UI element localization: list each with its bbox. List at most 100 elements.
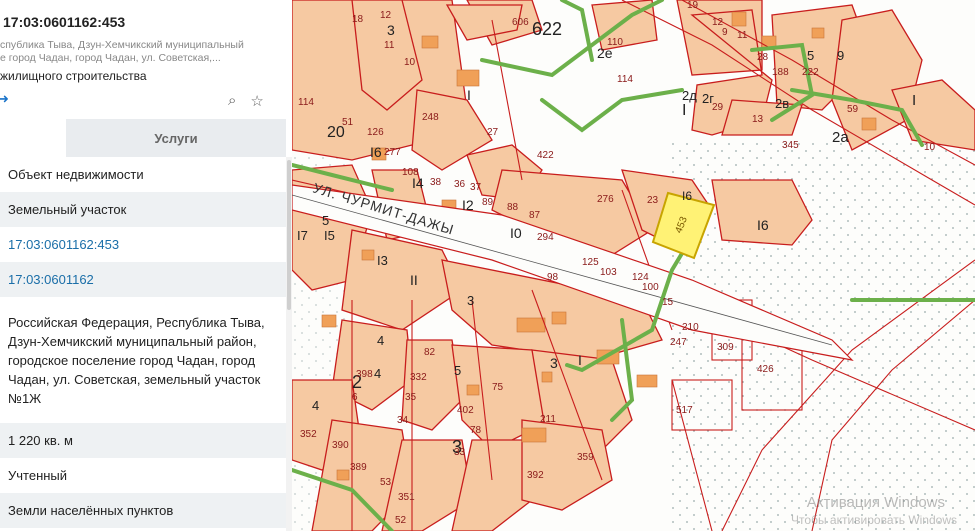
cadastral-map[interactable]: 453 УЛ. ЧУРМИТ-ДАЖЫ 622 2е 2д 2г 2в 2а I I6 I5 I7… xyxy=(292,0,975,531)
parcel-label: 276 xyxy=(597,194,614,205)
parcel-label: 12 xyxy=(380,10,392,21)
address-snippet: спублика Тыва, Дзун-Хемчикский муниципал… xyxy=(0,39,244,64)
parcel-label: 351 xyxy=(398,492,415,503)
tab-info[interactable] xyxy=(0,119,66,157)
quarter-label: 2а xyxy=(832,129,849,146)
parcel-label: 38 xyxy=(430,177,442,188)
parcel-label: 9 xyxy=(722,27,728,38)
parcel-label: 15 xyxy=(662,297,674,308)
area-value: 1 220 кв. м xyxy=(0,423,286,458)
parcel-label: 222 xyxy=(802,67,819,78)
quarter-label: II xyxy=(410,272,418,288)
map-canvas[interactable]: 453 УЛ. ЧУРМИТ-ДАЖЫ 6222е2д 2г 2в2аII6I5I7… xyxy=(292,0,975,531)
parcel-label: 28 xyxy=(757,52,769,63)
cadastral-number-title: 17:03:0601162:453 xyxy=(3,14,126,30)
parcel-label: 51 xyxy=(342,117,354,128)
quarter-label: I5 xyxy=(324,228,335,243)
parcel-label: 422 xyxy=(537,150,554,161)
parcel-label: 75 xyxy=(492,382,504,393)
zoom-to-icon[interactable]: ⌕ xyxy=(228,92,236,110)
scrollbar-thumb[interactable] xyxy=(287,160,291,310)
parcel-label: 6 xyxy=(352,392,358,403)
quarter-label: 4 xyxy=(377,333,384,348)
quarter-label: I2 xyxy=(462,197,474,213)
parcel-label: 188 xyxy=(772,67,789,78)
parcel-label: 10 xyxy=(404,57,416,68)
parcel-label: 211 xyxy=(540,414,556,425)
parcel-label: 309 xyxy=(717,342,734,353)
parcel-label: 10 xyxy=(924,142,936,153)
parcel-label: 402 xyxy=(457,405,474,416)
quarter-label: 3 xyxy=(467,293,474,308)
parcel-label: 332 xyxy=(410,372,427,383)
parcel-label: 11 xyxy=(384,40,395,51)
quarter-label: I xyxy=(578,352,582,368)
parcel-label: 89 xyxy=(482,197,494,208)
quarter-label: 5 xyxy=(322,213,329,228)
land-category: Земли населённых пунктов xyxy=(0,493,286,528)
parcel-label: 34 xyxy=(397,415,409,426)
quarter-label: 2в xyxy=(775,96,789,111)
quarter-label: I6 xyxy=(682,189,692,203)
parcel-label: 59 xyxy=(847,104,859,115)
parcel-label: 294 xyxy=(537,232,554,243)
parcel-label: 126 xyxy=(367,127,384,138)
parcel-label: 11 xyxy=(737,30,748,41)
go-arrow-icon[interactable]: ➜ xyxy=(0,91,9,107)
tab-services[interactable]: Услуги xyxy=(66,119,286,157)
property-list: Объект недвижимости Земельный участок 17… xyxy=(0,157,286,528)
quarter-label: 4 xyxy=(374,366,381,381)
parcel-label: 210 xyxy=(682,322,699,333)
parcel-label: 277 xyxy=(384,147,401,158)
parcel-label: 78 xyxy=(470,425,482,436)
parcel-label: 345 xyxy=(782,140,799,151)
quarter-label: I xyxy=(682,102,686,119)
parcel-label: 88 xyxy=(507,202,519,213)
object-type: Объект недвижимости xyxy=(8,167,144,182)
parcel-label: 426 xyxy=(757,364,774,375)
parcel-label: 18 xyxy=(352,14,364,25)
parcel-label: 359 xyxy=(577,452,594,463)
quarter-label: I6 xyxy=(757,217,769,233)
parcel-label: 606 xyxy=(512,17,529,28)
quarter-label: 622 xyxy=(532,19,562,39)
parcel-label: 114 xyxy=(617,74,633,85)
quarter-label: 9 xyxy=(837,48,844,63)
parcel-label: 390 xyxy=(332,440,349,451)
quarter-label: 4 xyxy=(312,398,319,413)
parcel-label: 37 xyxy=(470,182,482,193)
info-panel: 17:03:0601162:453 спублика Тыва, Дзун-Хе… xyxy=(0,0,292,531)
parcel-label: 53 xyxy=(380,477,392,488)
object-kind: Земельный участок xyxy=(0,192,286,227)
parcel-label: 29 xyxy=(712,102,724,113)
parcel-label: 52 xyxy=(395,515,407,526)
quarter-label: 3 xyxy=(387,22,395,38)
quarter-label: I7 xyxy=(297,228,308,243)
cadastral-number-link[interactable]: 17:03:0601162:453 xyxy=(0,227,286,262)
parcel-label: 247 xyxy=(670,337,687,348)
parcel-label: 110 xyxy=(607,37,623,48)
quarter-label: 2д xyxy=(682,88,697,103)
favorite-star-icon[interactable]: ☆ xyxy=(250,92,263,110)
parcel-label: 108 xyxy=(402,167,419,178)
parcel-label: 100 xyxy=(642,282,659,293)
quarter-label: 5 xyxy=(807,48,814,63)
parcel-label: 23 xyxy=(647,195,659,206)
quarter-label: I0 xyxy=(510,225,522,241)
parcel-label: 114 xyxy=(298,97,314,108)
parcel-label: 19 xyxy=(687,0,699,11)
full-address: Российская Федерация, Республика Тыва, Д… xyxy=(8,314,265,406)
quarter-label: I xyxy=(912,92,916,109)
parcel-label: 36 xyxy=(454,179,466,190)
parcel-label: 248 xyxy=(422,112,439,123)
quarter-label: I3 xyxy=(377,253,388,268)
tab-bar: Услуги xyxy=(0,119,286,157)
parcel-label: 352 xyxy=(300,429,317,440)
parcel-label: 82 xyxy=(424,347,436,358)
parcel-label: 13 xyxy=(752,114,764,125)
parcel-label: 33 xyxy=(454,447,466,458)
windows-watermark: Активация Windows xyxy=(806,494,945,511)
parcel-label: 398 xyxy=(356,369,373,380)
cadastral-quarter-link[interactable]: 17:03:0601162 xyxy=(0,262,286,297)
parcel-label: 87 xyxy=(529,210,541,221)
